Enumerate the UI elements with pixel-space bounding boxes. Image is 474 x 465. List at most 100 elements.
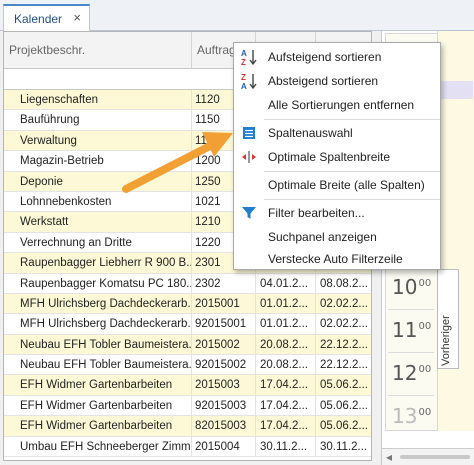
menu-item-best-fit-all[interactable]: Optimale Breite (alle Spalten) bbox=[234, 173, 440, 197]
table-row[interactable]: Neubau EFH Tobler Baumeistera... 92015002… bbox=[4, 355, 371, 376]
menu-item-label: Aufsteigend sortieren bbox=[268, 50, 382, 64]
table-cell: 92015003 bbox=[192, 395, 256, 416]
svg-text:Z: Z bbox=[241, 73, 246, 82]
table-cell: 2302 bbox=[192, 273, 256, 294]
menu-separator bbox=[264, 119, 440, 120]
table-cell: 04.01.2... bbox=[256, 273, 316, 294]
table-row[interactable]: EFH Widmer Gartenbarbeiten 2015003 17.04.2… bbox=[4, 375, 371, 396]
scrollbar-thumb[interactable] bbox=[400, 455, 470, 459]
table-cell: 30.11.2... bbox=[316, 437, 371, 457]
table-cell: 20.08.2... bbox=[256, 355, 316, 376]
sort-descending-icon: Z A bbox=[240, 72, 258, 90]
table-cell: 2015003 bbox=[192, 375, 256, 396]
table-cell: 05.06.2... bbox=[316, 396, 371, 416]
menu-item-label: Absteigend sortieren bbox=[268, 74, 379, 88]
table-cell: 02.02.2... bbox=[316, 294, 371, 314]
table-cell: 82015003 bbox=[192, 416, 256, 437]
menu-item-label: Suchpanel anzeigen bbox=[268, 230, 377, 244]
table-cell: Verwaltung bbox=[4, 130, 192, 151]
table-cell: EFH Widmer Gartenbarbeiten bbox=[4, 395, 192, 416]
menu-item-sort-descending[interactable]: Z A Absteigend sortieren bbox=[234, 69, 440, 93]
table-cell: Liegenschaften bbox=[4, 90, 192, 110]
menu-item-label: Alle Sortierungen entfernen bbox=[268, 98, 415, 112]
scroll-left-icon[interactable]: ◂ bbox=[386, 450, 392, 464]
column-chooser-icon bbox=[240, 124, 258, 142]
svg-text:A: A bbox=[241, 49, 247, 58]
filter-icon bbox=[240, 204, 258, 222]
table-row[interactable]: MFH Ulrichsberg Dachdeckerarb... 2015001 0… bbox=[4, 293, 371, 315]
menu-item-clear-sorting[interactable]: Alle Sortierungen entfernen bbox=[234, 93, 440, 117]
table-cell: Umbau EFH Schneeberger Zimm... bbox=[4, 436, 192, 457]
sort-ascending-icon: A Z bbox=[240, 48, 258, 66]
hour-label-12: 1200 bbox=[392, 361, 432, 385]
table-row[interactable]: MFH Ulrichsberg Dachdeckerarb... 92015001… bbox=[4, 314, 371, 335]
table-cell: 05.06.2... bbox=[316, 375, 371, 395]
menu-separator bbox=[264, 171, 440, 172]
hour-divider bbox=[388, 395, 434, 396]
table-cell: 92015001 bbox=[192, 314, 256, 335]
table-cell: MFH Ulrichsberg Dachdeckerarb... bbox=[4, 293, 192, 314]
calendar-horizontal-scrollbar[interactable]: ◂ bbox=[382, 448, 474, 465]
menu-item-best-fit[interactable]: Optimale Spaltenbreite bbox=[234, 145, 440, 169]
table-cell: Neubau EFH Tobler Baumeistera... bbox=[4, 355, 192, 376]
menu-item-label: Verstecke Auto Filterzeile bbox=[268, 252, 403, 266]
table-cell: 01.01.2... bbox=[256, 314, 316, 335]
table-cell: Magazin-Betrieb bbox=[4, 151, 192, 172]
table-cell: Raupenbagger Liebherr R 900 B... bbox=[4, 253, 192, 274]
svg-text:Z: Z bbox=[241, 58, 246, 66]
table-cell: 2015004 bbox=[192, 436, 256, 457]
column-header-projektbeschr[interactable]: Projektbeschr. bbox=[4, 32, 192, 69]
hour-label-13: 1300 bbox=[392, 404, 432, 428]
hour-label-10: 1000 bbox=[392, 275, 432, 299]
table-row[interactable]: Umbau EFH Schneeberger Zimm... 2015004 30.… bbox=[4, 436, 371, 458]
menu-item-label: Spaltenauswahl bbox=[268, 126, 353, 140]
table-cell: 01.01.2... bbox=[256, 293, 316, 314]
table-cell: Raupenbagger Komatsu PC 180... bbox=[4, 273, 192, 294]
menu-separator bbox=[264, 199, 440, 200]
table-cell: MFH Ulrichsberg Dachdeckerarb... bbox=[4, 314, 192, 335]
menu-item-label: Optimale Breite (alle Spalten) bbox=[268, 178, 425, 192]
table-cell: EFH Widmer Gartenbarbeiten bbox=[4, 416, 192, 437]
table-cell: 17.04.2... bbox=[256, 416, 316, 437]
previous-appointment-button[interactable]: Vorheriger bbox=[437, 269, 459, 369]
table-row[interactable]: EFH Widmer Gartenbarbeiten 92015003 17.04.… bbox=[4, 395, 371, 417]
tab-kalender-label: Kalender bbox=[14, 12, 63, 26]
previous-appointment-label: Vorheriger bbox=[440, 315, 452, 366]
table-cell: 92015002 bbox=[192, 355, 256, 376]
menu-item-sort-ascending[interactable]: A Z Aufsteigend sortieren bbox=[234, 45, 440, 69]
hour-divider bbox=[388, 352, 434, 353]
tab-kalender[interactable]: Kalender × bbox=[3, 4, 90, 32]
table-cell: 05.06.2... bbox=[316, 416, 371, 436]
table-row[interactable]: Neubau EFH Tobler Baumeistera... 2015002 2… bbox=[4, 334, 371, 356]
menu-item-label: Filter bearbeiten... bbox=[268, 206, 365, 220]
column-context-menu: A Z Aufsteigend sortieren Z A Absteigend… bbox=[233, 42, 441, 270]
table-cell: Werkstatt bbox=[4, 212, 192, 233]
table-cell: Neubau EFH Tobler Baumeistera... bbox=[4, 334, 192, 355]
best-fit-icon bbox=[240, 148, 258, 166]
table-row[interactable]: EFH Widmer Gartenbarbeiten 82015003 17.04.… bbox=[4, 416, 371, 437]
table-cell: 20.08.2... bbox=[256, 334, 316, 355]
table-cell: 22.12.2... bbox=[316, 355, 371, 375]
svg-text:A: A bbox=[241, 82, 247, 90]
table-cell: Bauführung bbox=[4, 110, 192, 131]
table-cell: EFH Widmer Gartenbarbeiten bbox=[4, 375, 192, 396]
close-icon[interactable]: × bbox=[73, 11, 81, 25]
hour-divider bbox=[388, 309, 434, 310]
menu-item-column-chooser[interactable]: Spaltenauswahl bbox=[234, 121, 440, 145]
table-cell: 22.12.2... bbox=[316, 335, 371, 355]
menu-item-show-search-panel[interactable]: Suchpanel anzeigen bbox=[234, 225, 440, 249]
table-cell: 02.02.2... bbox=[316, 314, 371, 334]
table-cell: 2015002 bbox=[192, 334, 256, 355]
menu-item-hide-auto-filter-row[interactable]: Verstecke Auto Filterzeile bbox=[234, 247, 440, 271]
table-cell: 08.08.2... bbox=[316, 274, 371, 294]
hour-label-11: 1100 bbox=[392, 318, 432, 342]
table-cell: Deponie bbox=[4, 171, 192, 192]
document-tab-strip: Kalender × bbox=[0, 0, 474, 32]
table-cell: 17.04.2... bbox=[256, 375, 316, 396]
menu-item-edit-filter[interactable]: Filter bearbeiten... bbox=[234, 201, 440, 225]
table-cell: 2015001 bbox=[192, 293, 256, 314]
table-cell: 17.04.2... bbox=[256, 395, 316, 416]
table-row[interactable]: Raupenbagger Komatsu PC 180... 2302 04.01.… bbox=[4, 273, 371, 294]
table-cell: Verrechnung an Dritte bbox=[4, 232, 192, 253]
table-cell: Lohnnebenkosten bbox=[4, 191, 192, 212]
